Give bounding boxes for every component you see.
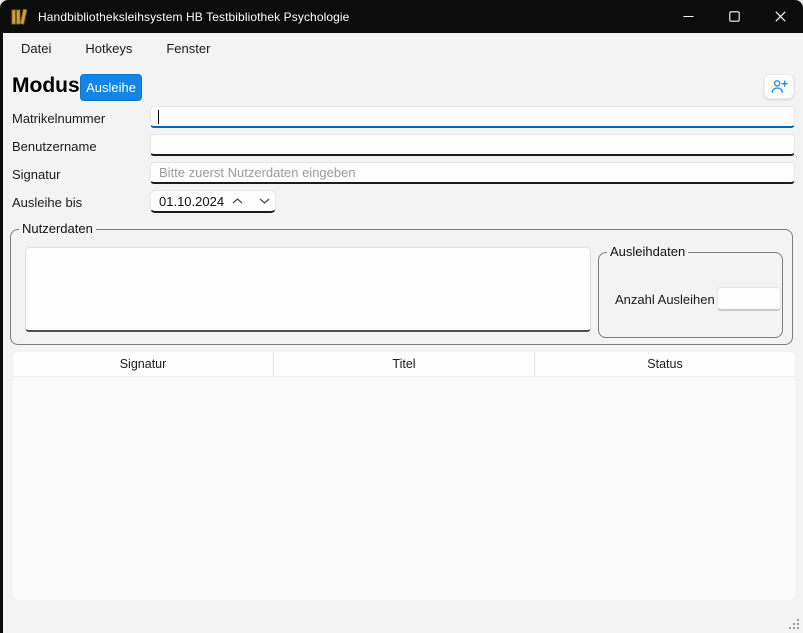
text-caret (158, 110, 159, 124)
anzahl-ausleihen-label: Anzahl Ausleihen (615, 292, 715, 307)
minimize-button[interactable] (665, 0, 711, 33)
ausleihdaten-groupbox: Ausleihdaten Anzahl Ausleihen (598, 252, 783, 338)
app-window: Handbibliotheksleihsystem HB Testbibliot… (0, 0, 803, 633)
add-user-button[interactable] (764, 74, 794, 99)
maximize-icon (729, 11, 740, 22)
window-controls (665, 0, 803, 33)
spin-up-button[interactable] (224, 198, 251, 204)
spin-down-button[interactable] (251, 198, 278, 204)
signatur-label: Signatur (12, 167, 60, 182)
anzahl-ausleihen-input[interactable] (717, 287, 781, 311)
mode-ausleihe-button[interactable]: Ausleihe (80, 74, 142, 101)
chevron-up-icon (232, 198, 243, 204)
chevron-down-icon (259, 198, 270, 204)
maximize-button[interactable] (711, 0, 757, 33)
benutzername-input[interactable] (150, 134, 795, 156)
column-header-status[interactable]: Status (534, 352, 795, 376)
ausleihe-bis-label: Ausleihe bis (12, 195, 82, 210)
window-title: Handbibliotheksleihsystem HB Testbibliot… (38, 10, 349, 24)
menu-item-fenster[interactable]: Fenster (163, 38, 213, 59)
nutzerdaten-groupbox: Nutzerdaten Ausleihdaten Anzahl Ausleihe… (10, 229, 793, 345)
resize-grip[interactable] (787, 617, 799, 629)
matrikelnummer-input[interactable] (150, 106, 795, 128)
ausleihe-bis-date-spinner[interactable]: 01.10.2024 (150, 190, 276, 213)
nutzerdaten-legend: Nutzerdaten (19, 221, 96, 236)
menubar: Datei Hotkeys Fenster (3, 33, 803, 63)
matrikelnummer-label: Matrikelnummer (12, 111, 105, 126)
column-header-titel[interactable]: Titel (273, 352, 534, 376)
ausleihe-bis-value: 01.10.2024 (159, 194, 224, 209)
menu-item-hotkeys[interactable]: Hotkeys (82, 38, 135, 59)
close-button[interactable] (757, 0, 803, 33)
menu-item-datei[interactable]: Datei (18, 38, 54, 59)
column-header-signatur[interactable]: Signatur (13, 352, 273, 376)
signatur-input[interactable] (150, 162, 795, 184)
ausleihdaten-legend: Ausleihdaten (607, 244, 688, 259)
minimize-icon (683, 11, 694, 22)
window-left-border (0, 33, 3, 633)
benutzername-label: Benutzername (12, 139, 97, 154)
page-title-modus: Modus (12, 74, 80, 98)
nutzerdaten-textarea[interactable] (25, 247, 591, 332)
close-icon (775, 11, 786, 22)
titlebar: Handbibliotheksleihsystem HB Testbibliot… (0, 0, 803, 33)
table-header-row: Signatur Titel Status (13, 352, 795, 377)
person-add-icon (771, 79, 788, 94)
books-icon (11, 9, 29, 25)
table-body-empty (13, 377, 795, 600)
